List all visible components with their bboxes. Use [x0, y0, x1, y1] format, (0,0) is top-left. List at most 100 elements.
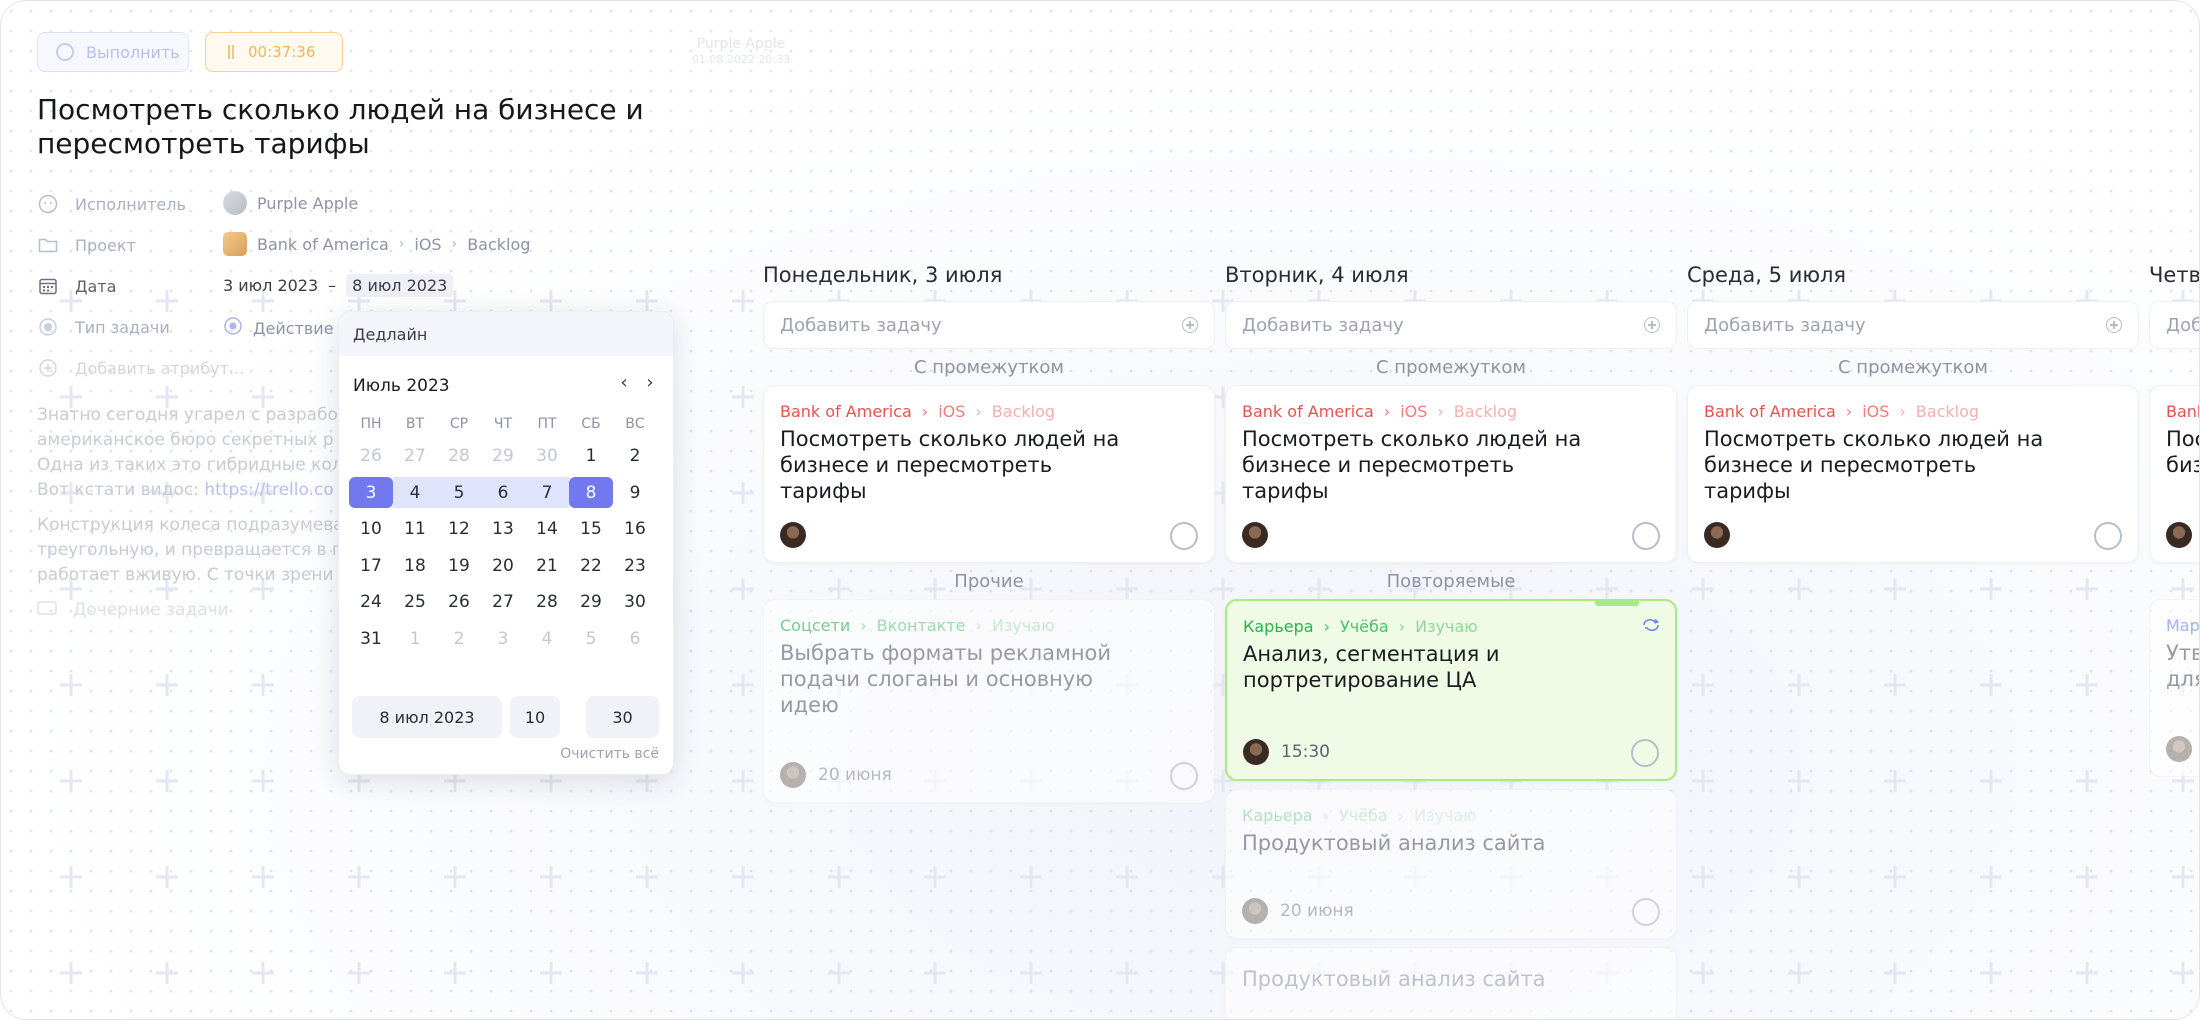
date-end[interactable]: 8 июл 2023 [346, 274, 454, 297]
calendar-day[interactable]: 23 [613, 550, 657, 581]
calendar-day[interactable]: 18 [393, 550, 437, 581]
calendar-day[interactable]: 2 [437, 623, 481, 654]
type-value[interactable]: Действие [223, 316, 334, 340]
recurring-task-card[interactable]: Карьера › Учёба › Изучаю Анализ, сегмент… [1225, 599, 1677, 781]
timer-button[interactable]: 00:37:36 [205, 32, 343, 72]
calendar-day[interactable]: 20 [481, 550, 525, 581]
calendar-day[interactable]: 14 [525, 514, 569, 545]
complete-button[interactable]: Выполнить [37, 32, 189, 72]
calendar-day[interactable]: 25 [393, 587, 437, 618]
description-link[interactable]: https://trello.co [204, 480, 333, 500]
calendar-day[interactable]: 3 [481, 623, 525, 654]
chevron-right-icon: › [975, 401, 982, 421]
task-card[interactable]: Bank of America › iOS › Backlog Посмотре… [1225, 385, 1677, 563]
calendar-day[interactable]: 27 [481, 587, 525, 618]
crumb-board: Backlog [1453, 401, 1518, 421]
card-date: 20 июня [1280, 901, 1354, 921]
task-card[interactable]: Bank of America › iOS › Backlog Посмотре… [1687, 385, 2139, 563]
task-card[interactable]: Мар Утв для [2149, 599, 2199, 777]
calendar-day[interactable]: 15 [569, 514, 613, 545]
card-breadcrumb: Карьера › Учёба › Изучаю [1242, 804, 1660, 826]
calendar-day[interactable]: 5 [569, 623, 613, 654]
crumb-status: Изучаю [1414, 805, 1477, 825]
calendar-icon [37, 275, 59, 297]
calendar-day[interactable]: 16 [613, 514, 657, 545]
calendar-day[interactable]: 12 [437, 514, 481, 545]
assignee-name: Purple Apple [257, 193, 359, 213]
calendar-day[interactable]: 5 [437, 477, 481, 509]
crumb-status: Изучаю [991, 615, 1055, 635]
complete-checkbox[interactable] [1632, 522, 1660, 550]
add-task-input[interactable]: Добавить задачу [1225, 301, 1677, 349]
calendar-day-selected[interactable]: 8 [569, 477, 613, 509]
date-value[interactable]: 3 июл 2023 – 8 июл 2023 [223, 274, 454, 297]
calendar-day[interactable]: 29 [481, 441, 525, 472]
calendar-day[interactable]: 1 [393, 623, 437, 654]
calendar-day[interactable]: 4 [393, 477, 437, 509]
plus-circle-icon[interactable] [1644, 317, 1660, 333]
calendar-day[interactable]: 27 [393, 441, 437, 472]
card-title: Выбрать форматы рекламной подачи слоганы… [780, 641, 1112, 717]
calendar-day[interactable]: 29 [569, 587, 613, 618]
calendar-day[interactable]: 19 [437, 550, 481, 581]
calendar-day[interactable]: 28 [525, 587, 569, 618]
calendar-day[interactable]: 26 [349, 441, 393, 472]
calendar-day[interactable]: 10 [349, 514, 393, 545]
calendar-day[interactable]: 6 [481, 477, 525, 509]
deadline-minute-field[interactable]: 30 [586, 696, 659, 738]
add-task-input[interactable]: Добавить задачу [763, 301, 1215, 349]
calendar-day-selected[interactable]: 3 [349, 477, 393, 509]
plus-circle-icon[interactable] [2106, 317, 2122, 333]
calendar-day[interactable]: 26 [437, 587, 481, 618]
complete-checkbox[interactable] [1632, 898, 1660, 926]
weekday-label: ВТ [405, 416, 425, 432]
deadline-date-field[interactable]: 8 июл 2023 [352, 696, 502, 738]
calendar-day[interactable]: 2 [613, 441, 657, 472]
calendar-day[interactable]: 30 [525, 441, 569, 472]
assignee-value[interactable]: Purple Apple [223, 191, 358, 215]
description-line: работает вживую. С точки зрени [37, 565, 334, 585]
task-title[interactable]: Посмотреть сколько людей на бизнесе и пе… [37, 93, 697, 161]
group-label: Повторяемые [1386, 571, 1516, 592]
add-task-input[interactable]: Добавить задачу [1687, 301, 2139, 349]
project-label: Проект [75, 235, 136, 255]
task-card[interactable]: Bank of America › iOS › Backlog Посмотре… [763, 385, 1215, 563]
calendar-day[interactable]: 7 [525, 477, 569, 509]
avatar [1242, 522, 1268, 548]
add-attribute-button[interactable]: Добавить атрибут... [37, 357, 244, 379]
calendar-day[interactable]: 31 [349, 623, 393, 654]
calendar-day[interactable]: 4 [525, 623, 569, 654]
calendar-day[interactable]: 28 [437, 441, 481, 472]
add-task-input[interactable]: Доб [2149, 301, 2199, 349]
card-footer [1704, 522, 2122, 548]
task-card[interactable]: Bank Пос биз [2149, 385, 2199, 563]
calendar-day[interactable]: 6 [613, 623, 657, 654]
calendar-day[interactable]: 17 [349, 550, 393, 581]
calendar-day[interactable]: 11 [393, 514, 437, 545]
date-start[interactable]: 3 июл 2023 [223, 276, 318, 295]
chevron-right-icon[interactable]: › [639, 372, 661, 393]
crumb-board: Backlog [1915, 401, 1980, 421]
plus-circle-icon[interactable] [1182, 317, 1198, 333]
calendar-day[interactable]: 22 [569, 550, 613, 581]
calendar-day[interactable]: 13 [481, 514, 525, 545]
complete-checkbox[interactable] [2094, 522, 2122, 550]
complete-checkbox[interactable] [1170, 522, 1198, 550]
calendar-day[interactable]: 21 [525, 550, 569, 581]
task-card[interactable]: Соцсети › Вконтакте › Изучаю Выбрать фор… [763, 599, 1215, 803]
calendar-day[interactable]: 9 [613, 477, 657, 508]
clear-all-button[interactable]: Очистить всё [560, 746, 659, 762]
column-title: Среда, 5 июля [1687, 263, 1847, 287]
task-card[interactable]: Продуктовый анализ сайта [1225, 947, 1677, 1019]
card-footer [780, 522, 1198, 548]
project-value[interactable]: Bank of America › iOS › Backlog [223, 232, 530, 256]
chevron-left-icon[interactable]: ‹ [613, 372, 635, 393]
card-title-line: для [2166, 667, 2199, 691]
calendar-day[interactable]: 24 [349, 587, 393, 618]
deadline-hour-field[interactable]: 10 [510, 696, 560, 738]
calendar-day[interactable]: 1 [569, 441, 613, 472]
complete-checkbox[interactable] [1631, 739, 1659, 767]
complete-checkbox[interactable] [1170, 762, 1198, 790]
task-card[interactable]: Карьера › Учёба › Изучаю Продуктовый ана… [1225, 789, 1677, 939]
calendar-day[interactable]: 30 [613, 587, 657, 618]
